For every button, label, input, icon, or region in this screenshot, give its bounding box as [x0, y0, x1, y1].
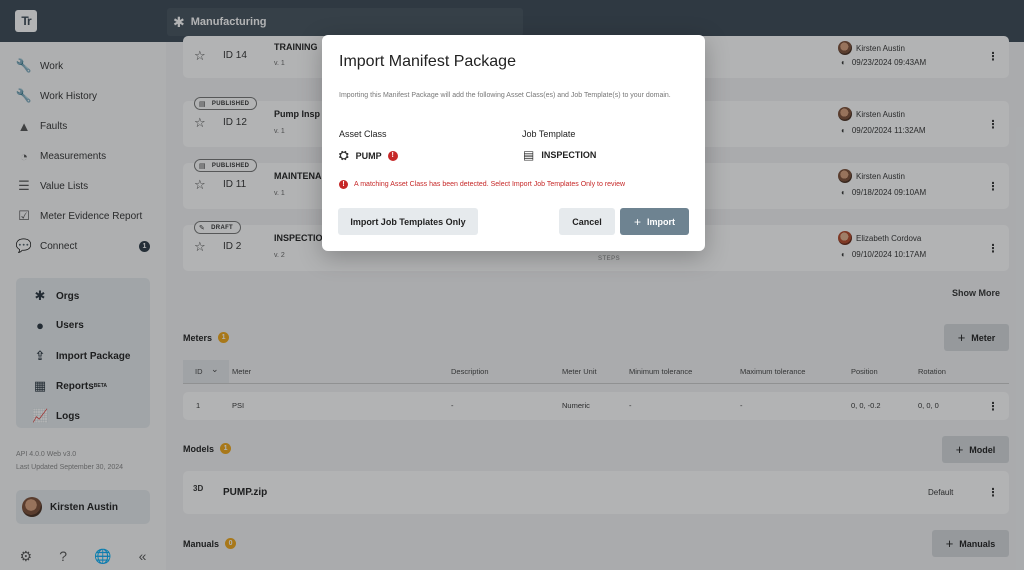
import-manifest-dialog: Import Manifest Package Importing this M… [322, 35, 705, 251]
import-job-templates-only-button[interactable]: Import Job Templates Only [338, 208, 478, 235]
job-template-name: INSPECTION [541, 150, 597, 160]
asset-class-header: Asset Class [339, 129, 387, 139]
dialog-description: Importing this Manifest Package will add… [339, 92, 671, 99]
cancel-button[interactable]: Cancel [559, 208, 615, 235]
error-icon: ! [387, 150, 398, 161]
error-icon: ! [339, 180, 348, 189]
warning-text: A matching Asset Class has been detected… [354, 181, 626, 188]
button-label: Import [647, 216, 675, 227]
job-template-header: Job Template [522, 129, 576, 139]
dialog-title: Import Manifest Package [339, 53, 516, 70]
asset-class-name: PUMP [355, 150, 382, 161]
plus-icon: + [633, 214, 641, 229]
document-list-icon: ▤ [523, 148, 535, 162]
import-button[interactable]: + Import [620, 208, 689, 235]
asset-class-item: ⛭ PUMP ! [339, 148, 398, 163]
duplicate-warning: ! A matching Asset Class has been detect… [339, 180, 625, 189]
asset-class-icon: ⛭ [339, 148, 349, 162]
job-template-item: ▤ INSPECTION [523, 148, 596, 162]
